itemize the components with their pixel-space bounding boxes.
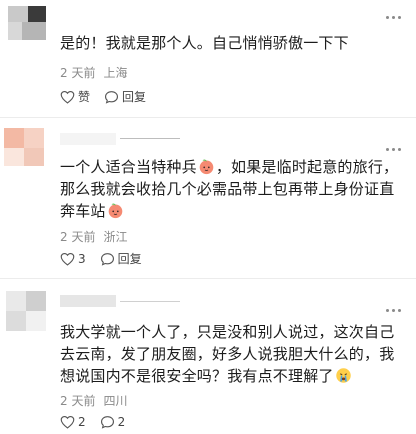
comment-bubble-icon [100,416,114,429]
location: 浙江 [103,230,128,244]
comment-meta: 2 天前 浙江 [60,228,127,245]
comment-text: 是的！我就是那个人。自己悄悄骄傲一下下 [60,34,349,52]
avatar[interactable] [4,128,44,166]
comment-item: 我大学就一个人了，只是没和别人说过，这次自己去云南，发了朋友圈，好多人说我胆大什… [0,279,416,434]
heart-icon [60,90,75,104]
comment-actions: 3 回复 [60,250,156,267]
timestamp: 2 天前 [60,394,96,408]
comment-text: 一个人适合当特种兵 ，如果是临时起意的旅行，那么我就会收拾几个必需品带上包再带上身… [60,158,399,220]
peach-face-emoji [108,203,122,219]
comment-bubble-icon [100,252,114,266]
reply-button[interactable]: 回复 [104,88,146,105]
comment-meta: 2 天前 上海 [60,64,127,81]
comment-meta: 2 天前 四川 [60,392,127,409]
like-button[interactable]: 3 [60,252,86,266]
reply-label: 回复 [122,90,147,104]
like-label: 赞 [78,90,91,104]
timestamp: 2 天前 [60,66,96,80]
location: 上海 [103,66,128,80]
reply-button[interactable]: 2 [100,415,126,429]
heart-icon [60,415,75,429]
username-divider [120,138,180,139]
more-options-icon[interactable] [386,309,402,313]
more-options-icon[interactable] [386,148,402,152]
peach-face-emoji [199,159,214,175]
more-options-icon[interactable] [386,16,402,20]
reply-button[interactable]: 回复 [100,250,142,267]
avatar[interactable] [8,6,46,40]
heart-icon [60,252,75,266]
comment-actions: 赞 回复 [60,88,160,105]
comment-item: 是的！我就是那个人。自己悄悄骄傲一下下 2 天前 上海 赞 回复 [0,0,416,117]
like-button[interactable]: 赞 [60,88,90,105]
timestamp: 2 天前 [60,230,96,244]
like-count: 3 [78,251,86,266]
username[interactable] [60,133,116,145]
crying-face-emoji [335,368,351,383]
comment-text: 我大学就一个人了，只是没和别人说过，这次自己去云南，发了朋友圈，好多人说我胆大什… [60,323,395,385]
location: 四川 [103,394,128,408]
comment-bubble-icon [105,90,119,104]
like-button[interactable]: 2 [60,415,86,429]
avatar[interactable] [6,291,46,331]
comment-actions: 2 2 [60,415,139,429]
username-divider [120,301,180,302]
reply-count: 2 [117,415,126,429]
username[interactable] [60,295,116,307]
comment-item: 一个人适合当特种兵 ，如果是临时起意的旅行，那么我就会收拾几个必需品带上包再带上身… [0,118,416,278]
like-count: 2 [78,415,86,429]
reply-label: 回复 [117,252,142,266]
